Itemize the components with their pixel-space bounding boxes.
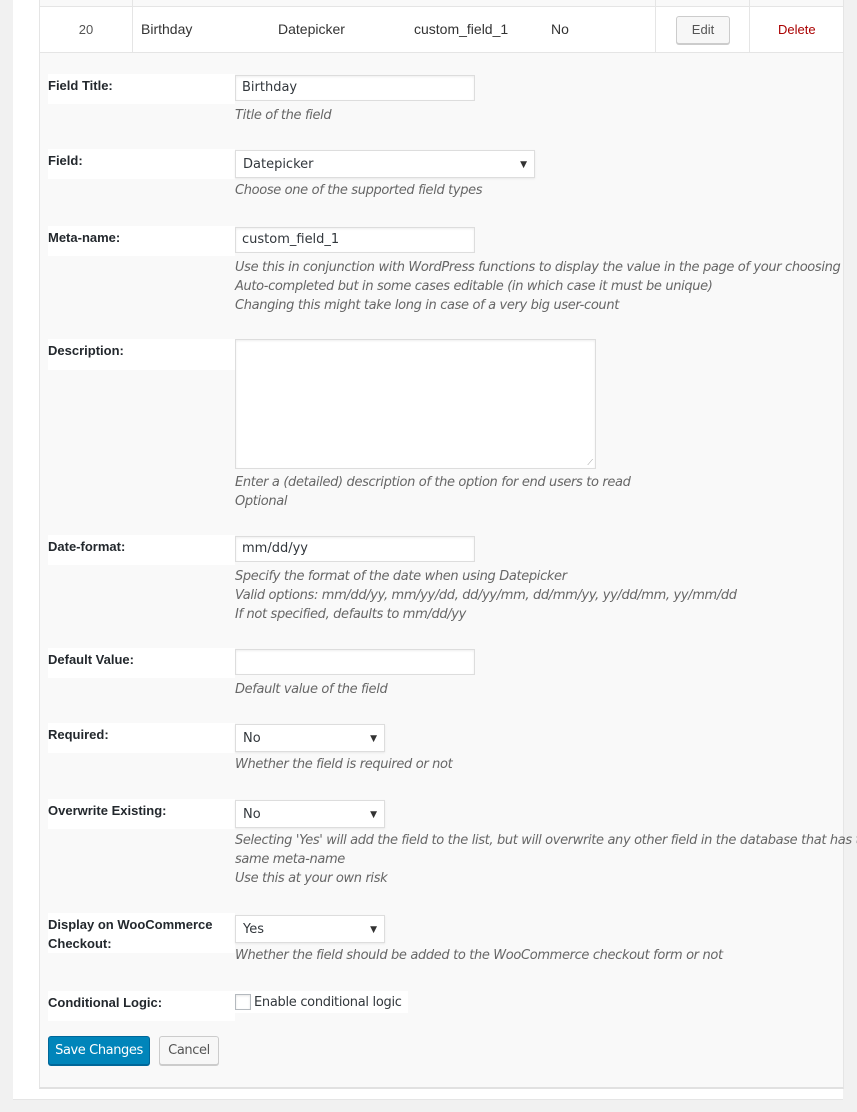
- table-row: 20 Birthday Datepicker custom_field_1 No…: [40, 7, 843, 53]
- chevron-down-icon: ▼: [370, 925, 377, 935]
- fields-table: 20 Birthday Datepicker custom_field_1 No…: [39, 0, 857, 1089]
- conditional-logic-group: Enable conditional logic: [235, 991, 408, 1013]
- overwrite-existing-select[interactable]: No ▼: [235, 800, 385, 828]
- required-group: No ▼ Whether the field is required or no…: [235, 724, 453, 774]
- required-selected: No: [243, 731, 261, 746]
- default-value-input[interactable]: [235, 649, 475, 675]
- description-textarea[interactable]: ⟋: [235, 339, 596, 469]
- field-title-label: Field Title:: [48, 74, 235, 104]
- save-changes-button[interactable]: Save Changes: [48, 1036, 150, 1065]
- field-title-description: Title of the field: [235, 108, 332, 123]
- field-required-cell: No: [551, 21, 569, 37]
- column-divider: [655, 7, 656, 52]
- conditional-logic-checkbox[interactable]: [235, 994, 251, 1010]
- overwrite-existing-description-1: Selecting 'Yes' will add the field to th…: [235, 833, 857, 848]
- conditional-logic-label: Conditional Logic:: [48, 991, 235, 1021]
- overwrite-existing-description-3: Use this at your own risk: [235, 871, 388, 886]
- date-format-description-2: Valid options: mm/dd/yy, mm/yy/dd, dd/yy…: [235, 588, 737, 603]
- field-type-group: Datepicker ▼ Choose one of the supported…: [235, 150, 535, 200]
- date-format-description-3: If not specified, defaults to mm/dd/yy: [235, 607, 466, 622]
- required-label: Required:: [48, 723, 235, 753]
- overwrite-existing-label: Overwrite Existing:: [48, 799, 235, 829]
- meta-name-description-2: Auto-completed but in some cases editabl…: [235, 279, 713, 294]
- cancel-button[interactable]: Cancel: [159, 1036, 219, 1065]
- required-description: Whether the field is required or not: [235, 757, 453, 772]
- field-title-cell: Birthday: [141, 21, 193, 37]
- overwrite-existing-selected: No: [243, 807, 261, 822]
- column-divider: [655, 0, 656, 7]
- conditional-logic-checkbox-label[interactable]: Enable conditional logic: [254, 995, 402, 1010]
- date-format-label: Date-format:: [48, 535, 235, 565]
- meta-name-label: Meta-name:: [48, 226, 235, 256]
- delete-link[interactable]: Delete: [778, 7, 816, 52]
- field-title-group: Birthday Title of the field: [235, 75, 475, 125]
- overwrite-existing-group: No ▼ Selecting 'Yes' will add the field …: [235, 800, 857, 888]
- chevron-down-icon: ▼: [370, 734, 377, 744]
- column-divider: [132, 0, 133, 7]
- description-help-1: Enter a (detailed) description of the op…: [235, 475, 631, 490]
- date-format-description-1: Specify the format of the date when usin…: [235, 569, 567, 584]
- date-format-input[interactable]: mm/dd/yy: [235, 536, 475, 562]
- meta-name-input[interactable]: custom_field_1: [235, 227, 475, 253]
- description-label: Description:: [48, 339, 235, 370]
- edit-button[interactable]: Edit: [676, 16, 730, 44]
- woocommerce-checkout-label-line2: Checkout:: [48, 936, 112, 951]
- woocommerce-checkout-select[interactable]: Yes ▼: [235, 915, 385, 943]
- date-format-group: mm/dd/yy Specify the format of the date …: [235, 536, 737, 624]
- woocommerce-checkout-label: Display on WooCommerce Checkout:: [48, 913, 235, 953]
- field-id: 20: [78, 22, 94, 37]
- resize-grip-icon[interactable]: ⟋: [587, 459, 593, 467]
- overwrite-existing-description-2: same meta-name: [235, 852, 345, 867]
- description-help-2: Optional: [235, 494, 288, 509]
- meta-name-description-3: Changing this might take long in case of…: [235, 298, 619, 313]
- column-divider: [132, 7, 133, 52]
- settings-panel: 20 Birthday Datepicker custom_field_1 No…: [13, 0, 857, 1100]
- field-type-select[interactable]: Datepicker ▼: [235, 150, 535, 178]
- column-divider: [749, 0, 750, 7]
- woocommerce-checkout-label-line1: Display on WooCommerce: [48, 917, 213, 932]
- conditional-logic-toggle[interactable]: Enable conditional logic: [235, 991, 408, 1013]
- meta-name-group: custom_field_1 Use this in conjunction w…: [235, 227, 841, 315]
- field-type-description: Choose one of the supported field types: [235, 183, 483, 198]
- default-value-label: Default Value:: [48, 648, 235, 678]
- meta-name-description-1: Use this in conjunction with WordPress f…: [235, 260, 841, 275]
- field-meta-cell: custom_field_1: [414, 21, 509, 37]
- previous-table-row: [40, 0, 843, 7]
- default-value-group: Default value of the field: [235, 649, 475, 699]
- woocommerce-checkout-group: Yes ▼ Whether the field should be added …: [235, 915, 723, 965]
- field-type-label: Field:: [48, 149, 235, 179]
- required-select[interactable]: No ▼: [235, 724, 385, 752]
- field-type-cell: Datepicker: [278, 21, 345, 37]
- chevron-down-icon: ▼: [370, 810, 377, 820]
- column-divider: [749, 7, 750, 52]
- woocommerce-checkout-selected: Yes: [243, 922, 264, 937]
- woocommerce-checkout-description: Whether the field should be added to the…: [235, 948, 723, 963]
- chevron-down-icon: ▼: [520, 160, 527, 170]
- description-group: ⟋ Enter a (detailed) description of the …: [235, 339, 631, 511]
- default-value-description: Default value of the field: [235, 682, 388, 697]
- field-title-input[interactable]: Birthday: [235, 75, 475, 101]
- field-type-selected: Datepicker: [243, 157, 314, 172]
